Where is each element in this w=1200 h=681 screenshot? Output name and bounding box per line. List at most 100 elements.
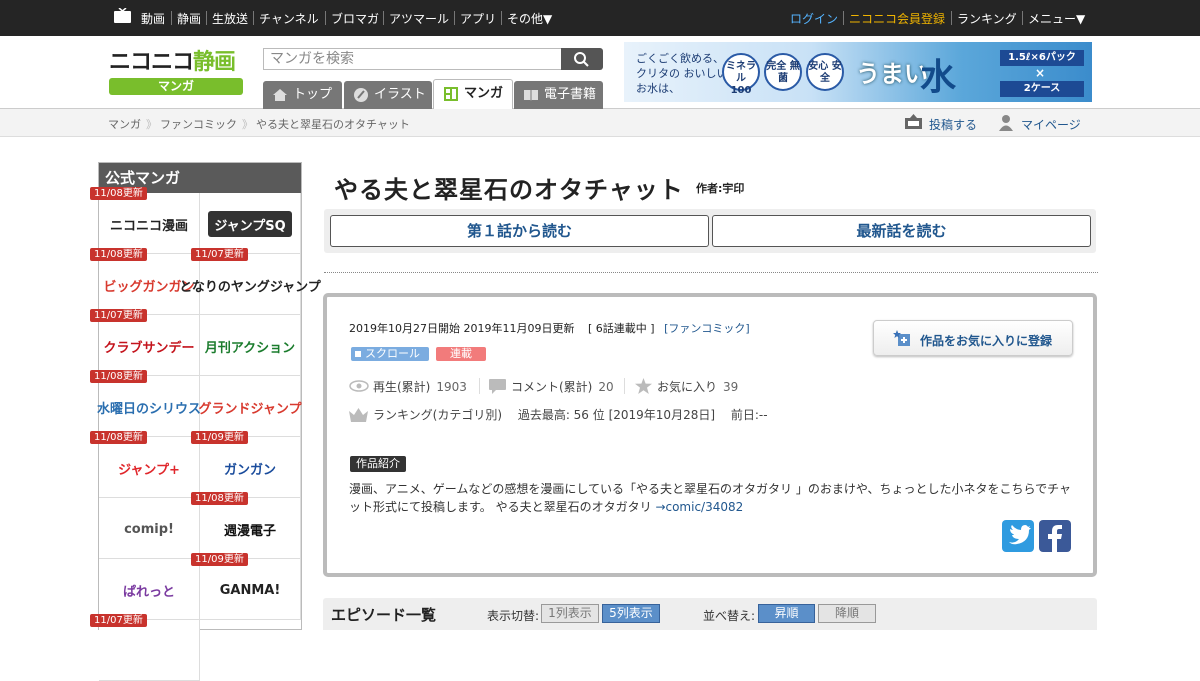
read-first-button[interactable]: 第１話から読む [330, 215, 709, 247]
site-logo[interactable]: ニコニコ静画 マンガ [109, 49, 243, 95]
view-5col-button[interactable]: 5列表示 [602, 604, 660, 623]
official-manga-link[interactable]: ガンガン [200, 437, 301, 498]
divider [324, 272, 1098, 273]
manga-label-logo: ジャンプ+ [118, 462, 180, 478]
sort-label: 並べ替え: [703, 609, 756, 623]
work-dates: 2019年10月27日開始 2019年11月09日更新 [349, 322, 575, 335]
view-1col-button[interactable]: 1列表示 [541, 604, 599, 623]
comments-count: 20 [598, 380, 614, 394]
tab-ebook[interactable]: 電子書籍 [514, 81, 603, 109]
update-badge: 11/09更新 [191, 553, 248, 566]
manga-label-logo: 週漫電子 [223, 523, 276, 539]
official-manga-link[interactable]: グランドジャンプ [199, 376, 301, 437]
tab-illust[interactable]: イラスト [344, 81, 432, 109]
manga-label-logo: 月刊アクション [204, 340, 296, 356]
related-comic-link[interactable]: →comic/34082 [655, 500, 743, 514]
ad-pack-label: 1.5ℓ×6パック [1000, 50, 1084, 66]
search-button[interactable] [561, 48, 603, 70]
sort-asc-button[interactable]: 昇順 [758, 604, 815, 623]
nav-douga[interactable]: 動画 [141, 10, 165, 26]
niconico-tv-icon[interactable] [114, 8, 131, 23]
official-manga-link[interactable]: 水曜日のシリウス [97, 376, 202, 437]
nav-divider [951, 11, 952, 25]
official-manga-link[interactable]: ニコニコ漫画 [99, 193, 200, 254]
nav-app[interactable]: アプリ [460, 10, 496, 26]
manga-icon [444, 87, 458, 101]
book-icon [524, 90, 538, 101]
nav-more-dropdown[interactable]: その他▼ [507, 10, 552, 26]
official-manga-link[interactable]: ジャンプ+ [99, 437, 200, 498]
eye-icon [349, 380, 369, 392]
views-label: 再生(累計) [373, 380, 431, 394]
official-manga-link[interactable]: ジャンプSQ [200, 193, 301, 254]
nav-blomaga[interactable]: ブロマガ [331, 10, 379, 26]
tab-manga[interactable]: マンガ [433, 79, 513, 110]
ranking-link[interactable]: ランキング [957, 10, 1017, 26]
sort-desc-button[interactable]: 降順 [818, 604, 876, 623]
official-manga-link[interactable]: ぱれっと [99, 559, 200, 620]
official-manga-link[interactable] [99, 620, 200, 681]
search-input[interactable]: マンガを検索 [263, 48, 561, 70]
facebook-share-button[interactable] [1039, 520, 1071, 552]
read-latest-button[interactable]: 最新話を読む [712, 215, 1091, 247]
tab-illust-label: イラスト [374, 87, 426, 102]
manga-label-logo: ニコニコ漫画 [109, 218, 188, 234]
update-badge: 11/07更新 [90, 614, 147, 627]
tab-ebook-label: 電子書籍 [544, 87, 597, 102]
ad-headline-umai: うまい [856, 60, 928, 88]
official-manga-link[interactable]: 週漫電子 [200, 498, 301, 559]
update-badge: 11/08更新 [90, 248, 147, 261]
tag-scroll: スクロール [351, 347, 429, 361]
tab-top-label: トップ [293, 87, 333, 102]
nav-atsumaru[interactable]: アツマール [389, 10, 449, 26]
nav-divider [454, 11, 455, 25]
favorites-stat: お気に入り 39 [657, 378, 738, 395]
mypage-link[interactable]: マイページ [1021, 116, 1081, 133]
view-toggle-label: 表示切替: [487, 609, 540, 623]
update-badge: 11/08更新 [90, 187, 147, 200]
update-badge: 11/07更新 [191, 248, 248, 261]
menu-dropdown[interactable]: メニュー▼ [1028, 10, 1085, 26]
login-link[interactable]: ログイン [790, 10, 838, 26]
nav-divider [325, 11, 326, 25]
twitter-share-button[interactable] [1002, 520, 1034, 552]
manga-label-logo: 水曜日のシリウス [97, 401, 202, 417]
update-badge: 11/08更新 [90, 431, 147, 444]
tab-top[interactable]: トップ [263, 81, 342, 109]
manga-label-logo: ガンガン [223, 462, 276, 478]
ad-case-label: 2ケース [1000, 81, 1084, 97]
nav-divider [383, 11, 384, 25]
breadcrumb-manga[interactable]: マンガ [108, 116, 141, 132]
nav-seiga[interactable]: 静画 [177, 10, 201, 26]
manga-label-logo: ぱれっと [122, 584, 175, 600]
favorite-add-icon [893, 330, 910, 346]
breadcrumb-fancomic[interactable]: ファンコミック [160, 116, 237, 132]
official-manga-link[interactable]: となりのヤングジャンプ [179, 254, 321, 315]
official-manga-link[interactable]: comip! [99, 498, 200, 559]
nav-live[interactable]: 生放送 [212, 10, 248, 26]
official-manga-link[interactable]: 月刊アクション [200, 315, 301, 376]
stat-divider [479, 378, 480, 394]
ranking-info: ランキング(カテゴリ別) 過去最高: 56 位 [2019年10月28日] 前日… [373, 408, 768, 422]
manga-label-logo: となりのヤングジャンプ [179, 279, 321, 295]
tab-manga-label: マンガ [464, 86, 504, 101]
favorites-label: お気に入り [657, 380, 718, 394]
manga-label-logo: comip! [124, 521, 174, 537]
nav-channel[interactable]: チャンネル [259, 10, 319, 26]
user-icon[interactable] [999, 114, 1013, 131]
work-author[interactable]: 作者:宇印 [696, 180, 744, 196]
update-badge: 11/09更新 [191, 431, 248, 444]
add-favorite-label: 作品をお気に入りに登録 [920, 334, 1053, 348]
twitter-icon [1009, 525, 1031, 545]
register-link[interactable]: ニコニコ会員登録 [849, 10, 945, 26]
work-genre-link[interactable]: [ファンコミック] [664, 322, 750, 335]
manga-label-logo: ジャンプSQ [208, 211, 292, 237]
post-link[interactable]: 投稿する [929, 116, 977, 133]
official-manga-link[interactable]: GANMA! [200, 559, 301, 620]
add-favorite-button[interactable]: 作品をお気に入りに登録 [873, 320, 1073, 356]
upload-icon[interactable] [905, 114, 922, 129]
official-manga-link[interactable]: クラブサンデー [99, 315, 200, 376]
advertisement-banner[interactable]: ごくごく飲める、クリタの おいしいお水は、 ミネラル 100 完全 無菌 安心 … [624, 42, 1092, 102]
views-count: 1903 [436, 380, 467, 394]
crown-icon [349, 408, 368, 422]
